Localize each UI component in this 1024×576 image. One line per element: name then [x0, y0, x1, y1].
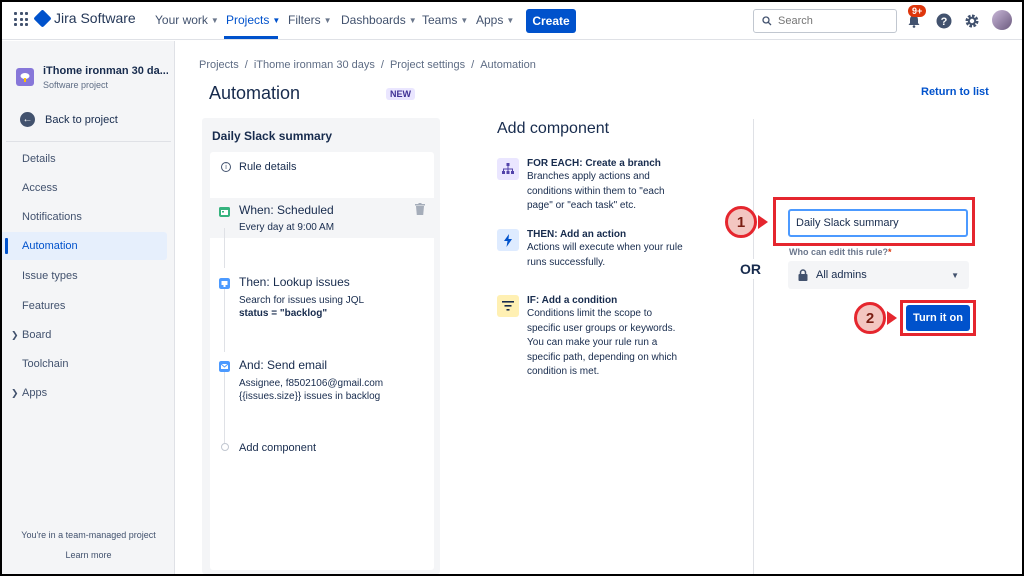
rule-steps-card: i Rule details When: Scheduled Every day… [210, 152, 434, 570]
when-scheduled-step[interactable]: When: Scheduled Every day at 9:00 AM [210, 198, 434, 238]
or-separator: OR [740, 259, 761, 279]
who-can-edit-select[interactable]: All admins ▼ [788, 261, 969, 289]
sidebar-item-automation[interactable]: Automation [2, 232, 167, 260]
nav-projects[interactable]: Projects ▼ [226, 13, 280, 27]
gear-icon [965, 14, 979, 28]
rule-name-input[interactable] [788, 209, 968, 237]
trash-icon[interactable] [415, 203, 425, 215]
then-lookup-issues-step[interactable]: Then: Lookup issues Search for issues us… [210, 270, 434, 319]
breadcrumb-automation[interactable]: Automation [480, 59, 536, 71]
back-to-project-link[interactable]: ← Back to project [20, 112, 118, 127]
sidebar-item-notifications[interactable]: Notifications [2, 203, 167, 231]
breadcrumb: Projects / iThome ironman 30 days / Proj… [199, 59, 536, 71]
settings-icon[interactable] [962, 11, 982, 31]
arrow-left-icon: ← [20, 112, 35, 127]
product-logo[interactable]: Jira Software [33, 8, 136, 28]
search-input[interactable] [778, 15, 888, 27]
return-to-list-link[interactable]: Return to list [921, 86, 989, 98]
calendar-icon [219, 207, 230, 217]
sidebar-item-apps[interactable]: ❯ Apps [2, 379, 167, 407]
breadcrumb-separator: / [380, 59, 384, 71]
nav-teams[interactable]: Teams ▼ [422, 13, 468, 27]
filter-icon [497, 295, 519, 317]
chevron-right-icon: ❯ [11, 329, 19, 340]
sidebar-item-details[interactable]: Details [2, 145, 167, 173]
breadcrumb-project[interactable]: iThome ironman 30 days [254, 59, 375, 71]
sidebar-item-features[interactable]: Features [2, 292, 167, 320]
rule-panel: Daily Slack summary i Rule details When:… [202, 118, 440, 574]
sidebar-item-issue-types[interactable]: Issue types [2, 262, 167, 290]
add-component-heading: Add component [497, 120, 610, 137]
chevron-right-icon: ❯ [11, 387, 19, 398]
app-window: Jira Software Your work ▼ Projects ▼ Filte… [2, 2, 1022, 574]
column-divider [753, 119, 754, 574]
chevron-down-icon: ▼ [408, 15, 417, 25]
annotation-marker-1: 1 [725, 206, 757, 238]
svg-text:?: ? [941, 16, 948, 28]
breadcrumb-separator: / [244, 59, 248, 71]
info-icon: i [221, 162, 231, 172]
chevron-down-icon: ▼ [323, 15, 332, 25]
help-icon[interactable]: ? [934, 11, 954, 31]
annotation-arrow [887, 311, 897, 325]
who-can-edit-label: Who can edit this rule?* [789, 247, 892, 257]
chevron-down-icon: ▼ [506, 15, 515, 25]
sidebar-item-access[interactable]: Access [2, 174, 167, 202]
breadcrumb-projects[interactable]: Projects [199, 59, 239, 71]
add-branch-option[interactable]: FOR EACH: Create a branch Branches apply… [497, 158, 697, 218]
breadcrumb-project-settings[interactable]: Project settings [390, 59, 465, 71]
search-icon [762, 16, 772, 26]
question-circle-icon: ? [936, 13, 952, 29]
chevron-down-icon: ▼ [460, 15, 469, 25]
create-button[interactable]: Create [526, 9, 576, 33]
page-title: Automation [209, 83, 301, 103]
lookup-icon [219, 278, 230, 289]
project-avatar-icon [16, 68, 34, 86]
cloud-icon [20, 73, 30, 82]
email-icon [219, 361, 230, 372]
branch-icon [497, 158, 519, 180]
project-type: Software project [43, 80, 109, 90]
and-send-email-step[interactable]: And: Send email Assignee, f8502106@gmail… [210, 353, 434, 402]
annotation-marker-2: 2 [854, 302, 886, 334]
chevron-down-icon: ▼ [210, 15, 219, 25]
nav-apps[interactable]: Apps ▼ [476, 13, 514, 27]
jira-logo-icon [33, 8, 52, 28]
top-nav: Jira Software Your work ▼ Projects ▼ Filte… [2, 2, 1022, 40]
lightning-icon [497, 229, 519, 251]
user-avatar[interactable] [992, 10, 1012, 30]
notification-badge: 9+ [908, 5, 927, 17]
annotation-arrow [758, 215, 768, 229]
rule-name-heading: Daily Slack summary [212, 129, 333, 143]
chevron-down-icon: ▼ [272, 15, 281, 25]
sidebar-divider [6, 141, 171, 142]
rule-details-item[interactable]: i Rule details [210, 152, 434, 182]
add-action-option[interactable]: THEN: Add an action Actions will execute… [497, 229, 697, 275]
team-managed-note: You're in a team-managed project [21, 530, 156, 540]
add-component-step[interactable]: Add component [210, 436, 434, 460]
add-condition-option[interactable]: IF: Add a condition Conditions limit the… [497, 295, 697, 395]
search-box[interactable] [753, 9, 897, 33]
learn-more-link[interactable]: Learn more [2, 550, 175, 560]
sidebar-item-board[interactable]: ❯ Board [2, 321, 167, 349]
turn-it-on-button[interactable]: Turn it on [906, 305, 970, 331]
project-name: iThome ironman 30 da... [43, 65, 168, 77]
product-name: Jira Software [54, 10, 136, 26]
lock-icon [798, 269, 808, 281]
app-switcher-icon[interactable] [14, 12, 28, 26]
nav-your-work[interactable]: Your work ▼ [155, 13, 219, 27]
sidebar-item-toolchain[interactable]: Toolchain [2, 350, 167, 378]
new-lozenge: NEW [386, 88, 415, 100]
nav-filters[interactable]: Filters ▼ [288, 13, 332, 27]
breadcrumb-separator: / [471, 59, 475, 71]
project-sidebar: iThome ironman 30 da... Software project… [2, 41, 175, 574]
nav-dashboards[interactable]: Dashboards ▼ [341, 13, 417, 27]
chevron-down-icon: ▼ [951, 270, 959, 280]
active-nav-indicator [224, 36, 278, 39]
